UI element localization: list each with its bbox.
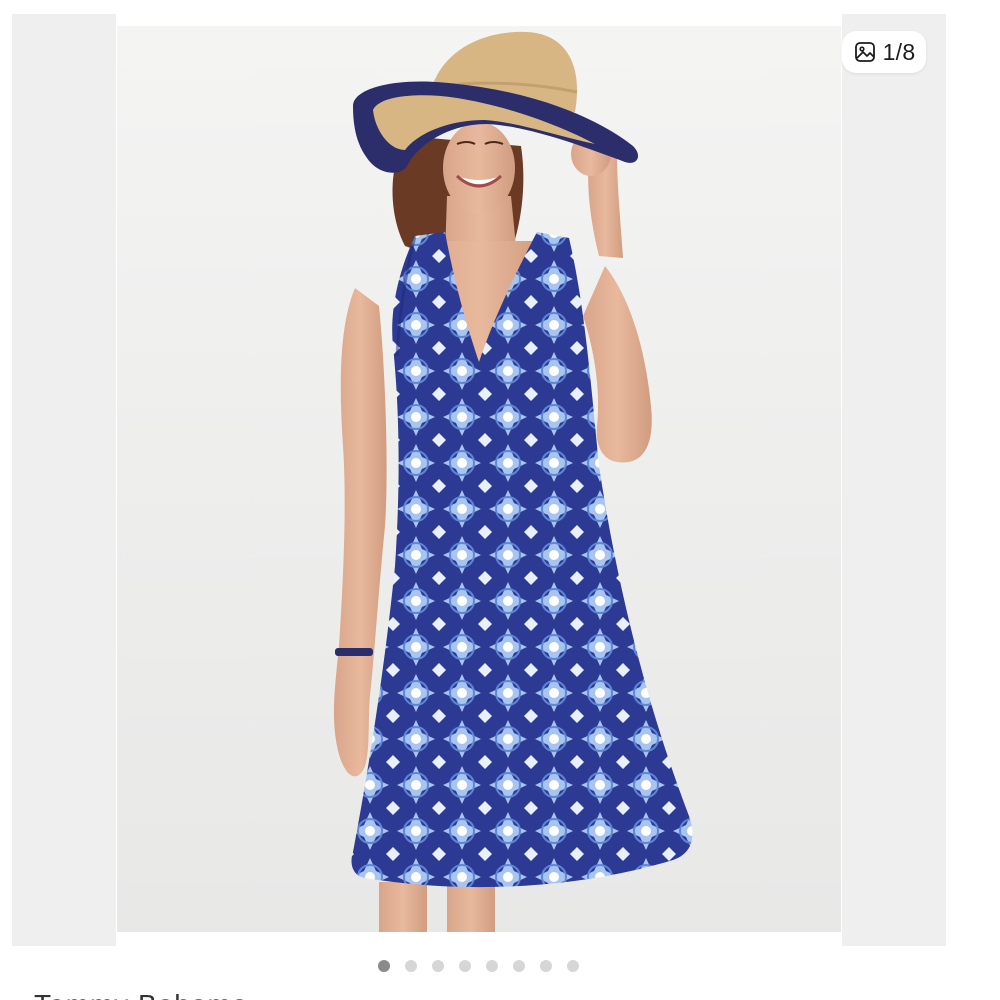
image-gallery-icon	[854, 42, 875, 62]
image-counter-badge: 1/8	[842, 31, 926, 73]
pagination-dot-4[interactable]	[459, 960, 471, 972]
pagination-dot-1[interactable]	[378, 960, 390, 972]
product-photo-illustration	[333, 31, 693, 932]
product-photo[interactable]	[117, 26, 841, 932]
carousel-pagination	[378, 960, 579, 972]
pagination-dot-8[interactable]	[567, 960, 579, 972]
previous-slide-peek[interactable]	[12, 14, 116, 946]
next-slide-peek[interactable]	[842, 14, 946, 946]
brand-name-peek: Tommy Bahama	[34, 988, 248, 1000]
pagination-dot-7[interactable]	[540, 960, 552, 972]
brand-name[interactable]: Tommy Bahama	[34, 989, 248, 1000]
pagination-dot-5[interactable]	[486, 960, 498, 972]
pagination-dot-3[interactable]	[432, 960, 444, 972]
pagination-dot-6[interactable]	[513, 960, 525, 972]
image-carousel[interactable]: 1/8	[0, 0, 1000, 955]
image-counter-text: 1/8	[882, 38, 916, 65]
pagination-dot-2[interactable]	[405, 960, 417, 972]
